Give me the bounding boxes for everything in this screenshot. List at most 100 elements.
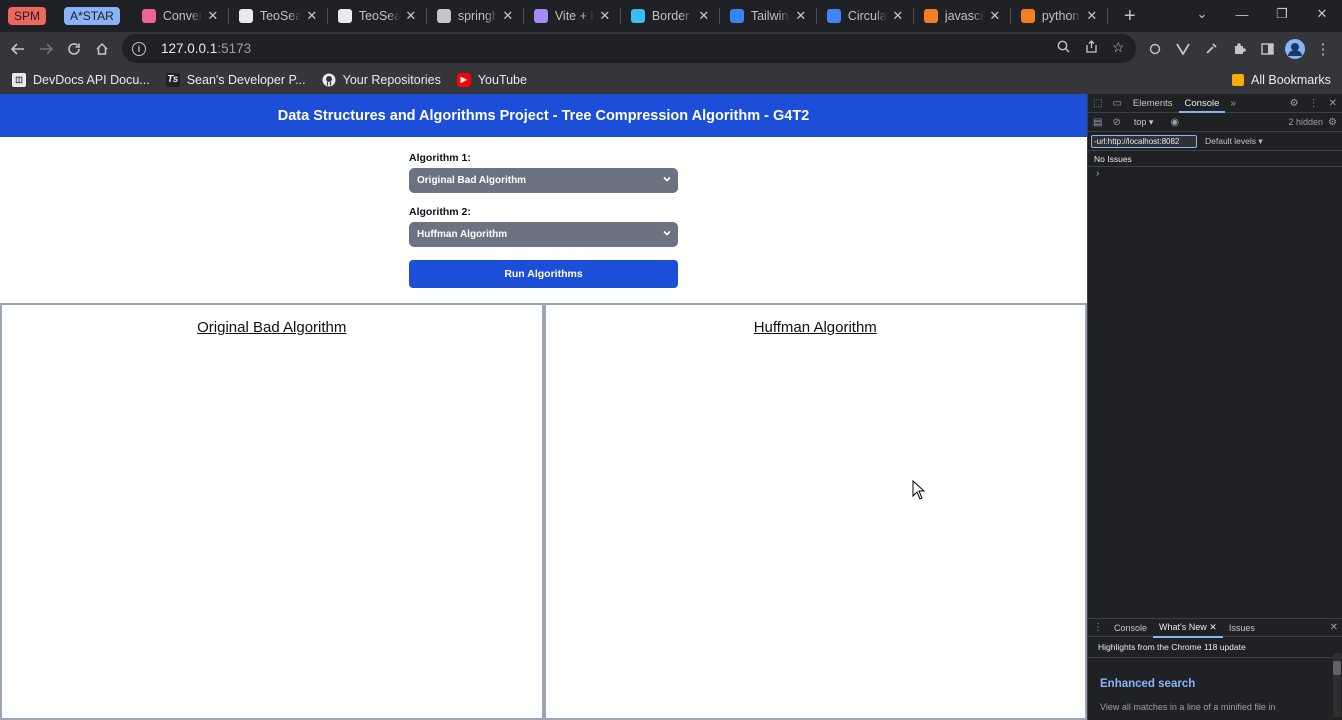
tab-close-icon[interactable]: ✕ (305, 8, 319, 24)
all-bookmarks-label: All Bookmarks (1251, 72, 1331, 87)
browser-tab[interactable]: springbo ✕ (427, 0, 523, 32)
forward-arrow-icon[interactable] (32, 35, 60, 63)
zoom-icon[interactable] (1057, 40, 1070, 56)
home-icon[interactable] (88, 35, 116, 63)
algorithm1-select[interactable]: Original Bad Algorithm (409, 168, 678, 193)
console-settings-gear-icon[interactable]: ⚙ (1323, 117, 1342, 128)
bookmark-youtube[interactable]: ▶ YouTube (456, 72, 527, 87)
bookmark-devdocs[interactable]: ◫ DevDocs API Docu... (12, 72, 150, 87)
devtools-panel: ⬚ ▭ Elements Console » ⚙ ⋮ ✕ ▤ ⊘ top ▾ ◉… (1087, 94, 1342, 720)
github-icon (238, 9, 253, 23)
folder-icon (1232, 73, 1244, 86)
web-page: Data Structures and Algorithms Project -… (0, 94, 1087, 720)
algorithm1-label: Algorithm 1: (409, 152, 471, 164)
profile-avatar[interactable] (1281, 35, 1309, 63)
console-prompt[interactable]: › (1088, 167, 1342, 181)
bookmark-label: Sean's Developer P... (186, 72, 306, 87)
drawer-tabbar: ⋮ Console What's New ✕ Issues ✕ (1088, 618, 1342, 638)
browser-tab[interactable]: Circular ✕ (817, 0, 913, 32)
tab-close-icon[interactable]: ✕ (404, 8, 418, 24)
site-info-icon[interactable]: i (132, 41, 146, 56)
run-algorithms-button[interactable]: Run Algorithms (409, 260, 678, 288)
chrome-menu-icon[interactable]: ⋮ (1309, 35, 1337, 63)
bookmark-label: YouTube (477, 72, 527, 87)
hidden-count: 2 hidden (1288, 117, 1324, 127)
reload-icon[interactable] (60, 35, 88, 63)
eyedropper-icon[interactable] (1197, 35, 1225, 63)
vue-devtools-icon[interactable] (1169, 35, 1197, 63)
algorithm2-panel-title: Huffman Algorithm (753, 319, 877, 336)
log-levels-select[interactable]: Default levels ▾ (1205, 136, 1263, 147)
youtube-icon: ▶ (456, 72, 471, 87)
confluence-icon (826, 9, 841, 23)
tab-close-icon[interactable]: ✕ (1085, 8, 1099, 24)
live-expression-eye-icon[interactable]: ◉ (1165, 117, 1184, 128)
devtools-settings-gear-icon[interactable]: ⚙ (1285, 98, 1304, 109)
devtools-drawer: ⋮ Console What's New ✕ Issues ✕ Highligh… (1088, 618, 1342, 720)
extension-circle-icon[interactable] (1141, 35, 1169, 63)
browser-tab[interactable]: Border C ✕ (621, 0, 719, 32)
minimize-button[interactable]: — (1222, 0, 1262, 28)
tab-close-icon[interactable]: ✕ (501, 8, 515, 24)
extensions-puzzle-icon[interactable] (1225, 35, 1253, 63)
drawer-tab-issues[interactable]: Issues (1223, 619, 1261, 637)
browser-tab[interactable]: TeoSean ✕ (229, 0, 327, 32)
close-window-button[interactable]: ✕ (1302, 0, 1342, 28)
context-select[interactable]: top ▾ (1134, 117, 1154, 128)
chatgpt-icon (436, 9, 451, 23)
algorithm2-panel: Huffman Algorithm (543, 303, 1087, 720)
device-toolbar-icon[interactable]: ▭ (1107, 98, 1126, 109)
tab-close-icon[interactable]: ✕ (794, 8, 808, 24)
drawer-scrollbar[interactable] (1333, 653, 1341, 717)
algorithm2-select[interactable]: Huffman Algorithm (409, 222, 678, 247)
tab-title: TeoSean (358, 9, 400, 23)
tab-title: Tailwind (750, 9, 790, 23)
tab-close-icon[interactable]: ✕ (206, 8, 220, 24)
side-panel-icon[interactable] (1253, 35, 1281, 63)
bookmark-developer-portfolio[interactable]: Ts Sean's Developer P... (165, 72, 306, 87)
tab-console[interactable]: Console (1178, 94, 1226, 113)
browser-tab[interactable]: javascri ✕ (914, 0, 1010, 32)
clear-console-icon[interactable]: ⊘ (1107, 117, 1125, 128)
drawer-close-icon[interactable]: ✕ (1325, 622, 1342, 633)
whats-new-item-title[interactable]: Enhanced search (1088, 658, 1342, 694)
tab-close-icon[interactable]: ✕ (988, 8, 1002, 24)
drawer-tab-whats-new[interactable]: What's New ✕ (1153, 618, 1223, 638)
browser-tab[interactable]: Tailwind ✕ (720, 0, 816, 32)
drawer-tab-console[interactable]: Console (1108, 619, 1153, 637)
browser-tab[interactable]: TeoSean ✕ (328, 0, 426, 32)
inspect-element-icon[interactable]: ⬚ (1088, 98, 1107, 109)
tab-elements[interactable]: Elements (1127, 94, 1179, 113)
bookmark-star-icon[interactable]: ☆ (1112, 39, 1125, 56)
devtools-tabbar: ⬚ ▭ Elements Console » ⚙ ⋮ ✕ (1088, 94, 1342, 113)
tab-title: TeoSean (259, 9, 301, 23)
all-bookmarks-folder[interactable]: All Bookmarks (1232, 73, 1331, 87)
tab-close-icon[interactable]: ✕ (697, 8, 711, 24)
browser-tab[interactable]: Vite + R ✕ (524, 0, 620, 32)
devtools-close-icon[interactable]: ✕ (1324, 98, 1342, 109)
back-arrow-icon[interactable] (4, 35, 32, 63)
bookmark-label: DevDocs API Docu... (33, 72, 150, 87)
share-icon[interactable] (1085, 40, 1098, 56)
tab-close-icon[interactable]: ✕ (598, 8, 612, 24)
chevron-down-icon (663, 230, 671, 236)
algorithm2-selected-value: Huffman Algorithm (417, 229, 508, 240)
tab-search-chevron-icon[interactable]: ⌄ (1182, 0, 1222, 28)
bookmark-your-repositories[interactable]: Your Repositories (322, 73, 441, 87)
more-tabs-chevron-icon[interactable]: » (1225, 98, 1241, 109)
url-text: 127.0.0.1:5173 (161, 41, 252, 56)
browser-tab[interactable]: Conventi ✕ (132, 0, 228, 32)
devtools-menu-icon[interactable]: ⋮ (1304, 98, 1324, 109)
browser-tab[interactable]: python ✕ (1011, 0, 1107, 32)
console-filter-input[interactable]: -url:http://localhost:8082 (1091, 134, 1197, 148)
new-tab-button[interactable]: + (1118, 5, 1142, 28)
tab-close-icon[interactable]: ✕ (891, 8, 905, 24)
stackoverflow-icon (1020, 9, 1035, 23)
tab-group-spm[interactable]: SPM (8, 7, 47, 25)
address-bar[interactable]: i 127.0.0.1:5173 ☆ (122, 34, 1136, 63)
tab-group-astar[interactable]: A*STAR (64, 7, 120, 25)
maximize-button[interactable]: ❐ (1262, 0, 1302, 28)
sidebar-toggle-icon[interactable]: ▤ (1088, 117, 1107, 128)
algorithm-form: Algorithm 1: Original Bad Algorithm Algo… (409, 152, 678, 288)
drawer-menu-icon[interactable]: ⋮ (1088, 622, 1108, 633)
